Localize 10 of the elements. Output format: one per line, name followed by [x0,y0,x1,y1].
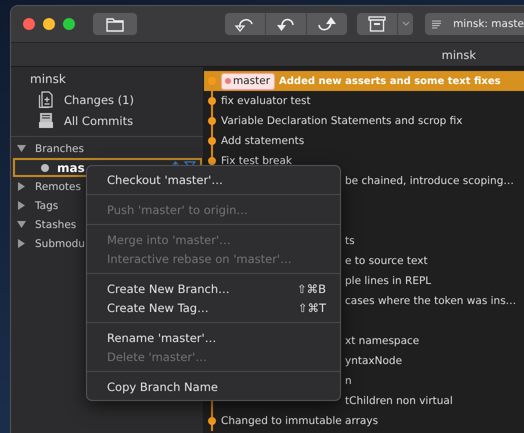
commit-message: Changed to immutable arrays [221,415,378,427]
commit-message: yntaxNode [345,355,402,367]
commit-message: fix evaluator test [221,95,311,107]
commit-message: Added new asserts and some text fixes [279,76,501,86]
commit-message: Add statements [221,135,304,147]
repository-name: minsk [29,71,67,88]
branch-tag: master [221,72,276,90]
commit-message: Fix test break [221,155,292,167]
commit-message: Variable Declaration Statements and scrop fix [221,115,462,127]
commit-message: tChildren non virtual [345,395,453,407]
